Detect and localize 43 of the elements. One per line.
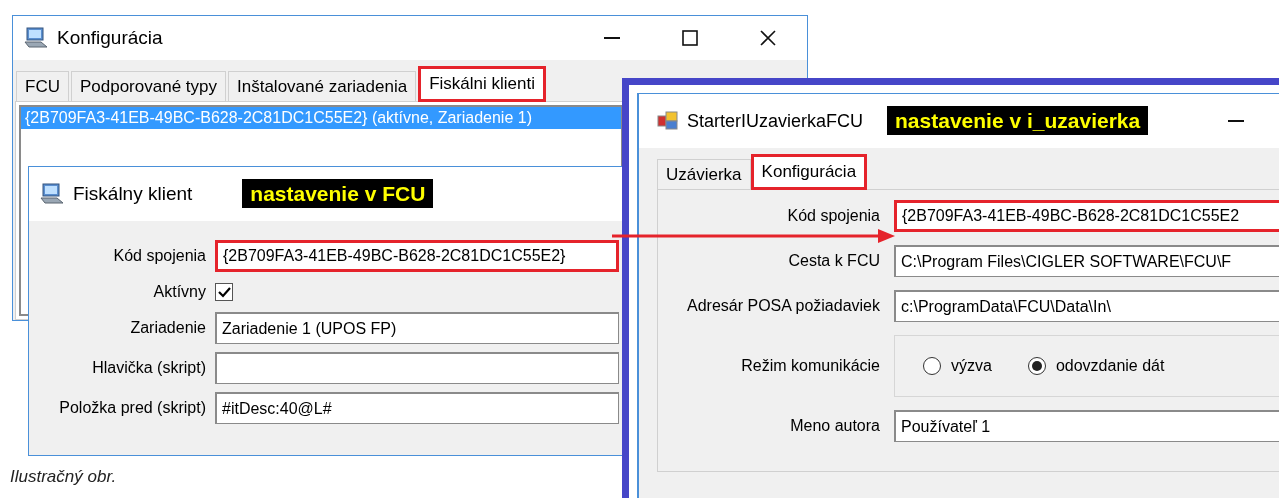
window-title: StarterIUzavierkaFCU [687,109,864,133]
checkmark-icon [217,286,231,298]
radio-button[interactable] [1027,357,1046,375]
field-label: Položka pred (skript) [58,398,206,418]
radio-option[interactable]: výzva [923,354,992,378]
tab[interactable]: Konfigurácia [750,154,868,190]
field-label: Zariadenie [129,318,206,338]
radio-button[interactable] [923,357,941,375]
text-field[interactable]: #itDesc:40@L# [215,392,619,424]
tab[interactable]: FCU [16,71,69,101]
tab[interactable]: Inštalované zariadenia [228,71,417,101]
text-field[interactable]: {2B709FA3-41EB-49BC-B628-2C81DC1C55E2 [894,200,1279,232]
checkbox[interactable] [215,283,233,301]
maximize-icon [682,30,698,46]
app-icon [657,110,679,132]
text-field[interactable]: Zariadenie 1 (UPOS FP) [215,312,619,344]
text-field[interactable]: c:\ProgramData\FCU\Data\In\ [894,290,1279,322]
field-label: Cesta k FCU [787,251,880,271]
minimize-icon [604,37,620,39]
text-field[interactable] [215,352,619,384]
text-field[interactable]: C:\Program Files\CIGLER SOFTWARE\FCU\F [894,245,1279,277]
field-label: Meno autora [789,416,880,436]
close-icon [760,30,776,46]
field-label: Kód spojenia [112,246,206,266]
tab[interactable]: Fiskálni klienti [418,66,546,102]
text-field[interactable]: Používateľ 1 [894,410,1279,442]
window-title: Fiskálny klient [73,181,193,206]
field-label: Adresár POSA požiadaviek [686,296,880,316]
caption: Ilustračný obr. [10,466,117,488]
minimize-icon [1228,120,1245,122]
annotation-label: nastavenie v FCU [242,178,434,208]
tab[interactable]: Podporované typy [70,71,226,101]
text-field[interactable]: {2B709FA3-41EB-49BC-B628-2C81DC1C55E2} [215,240,619,272]
computer-icon [39,183,65,205]
field-label: Kód spojenia [786,206,880,226]
annotation-label: nastavenie v i_uzavierka [887,105,1149,135]
field-label: Aktívny [152,282,206,302]
computer-icon [23,27,49,49]
window-title: Konfigurácia [57,25,163,50]
radio-option[interactable]: odovzdanie dát [1027,354,1165,378]
tab[interactable]: Uzávierka [657,159,751,189]
field-label: Hlavička (skript) [91,358,206,378]
field-label: Režim komunikácie [740,356,880,376]
